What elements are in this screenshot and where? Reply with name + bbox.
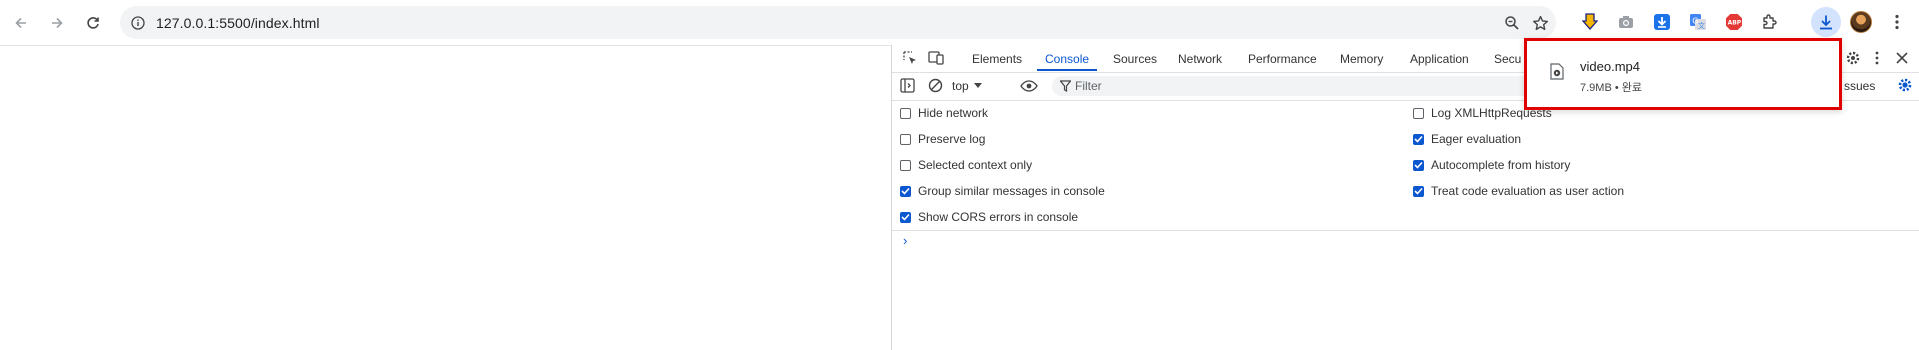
- download-status: 완료: [1621, 82, 1643, 94]
- download-bubble: video.mp4 7.9MB • 완료: [1524, 38, 1842, 110]
- option-group-similar[interactable]: Group similar messages in console: [900, 183, 1105, 199]
- option-autocomplete-history[interactable]: Autocomplete from history: [1413, 157, 1570, 173]
- issues-label[interactable]: ssues: [1844, 79, 1875, 93]
- option-label: Group similar messages in console: [918, 184, 1105, 198]
- puzzle-extensions-icon[interactable]: [1759, 11, 1781, 33]
- more-menu-icon[interactable]: [1886, 11, 1908, 33]
- tab-elements[interactable]: Elements: [972, 52, 1022, 66]
- filter-placeholder: Filter: [1075, 79, 1102, 93]
- option-label: Hide network: [918, 106, 989, 120]
- translate-extension-icon[interactable]: G文: [1687, 11, 1709, 33]
- tab-performance[interactable]: Performance: [1248, 52, 1317, 66]
- download-file-name[interactable]: video.mp4: [1580, 59, 1640, 74]
- sidebar-toggle-icon[interactable]: [900, 78, 915, 98]
- active-tab-indicator: [1037, 69, 1097, 71]
- adblock-plus-icon[interactable]: ABP: [1723, 11, 1745, 33]
- checkbox-hide-network[interactable]: [900, 107, 911, 119]
- option-label: Show CORS errors in console: [918, 210, 1079, 224]
- forward-icon[interactable]: [44, 10, 70, 36]
- option-eager-evaluation[interactable]: Eager evaluation: [1413, 131, 1521, 147]
- inspect-element-icon[interactable]: [902, 50, 918, 71]
- bookmark-star-icon[interactable]: [1530, 13, 1550, 33]
- checkmark-icon: [901, 213, 910, 221]
- checkmark-icon: [1414, 161, 1423, 169]
- device-toolbar-icon[interactable]: [928, 50, 944, 71]
- checkmark-icon: [901, 187, 910, 195]
- checkbox-autocomplete-history[interactable]: [1413, 159, 1424, 171]
- download-arrow-extension-icon[interactable]: [1579, 11, 1601, 33]
- filter-icon: [1060, 80, 1071, 92]
- console-prompt[interactable]: ›: [903, 233, 907, 248]
- option-preserve-log[interactable]: Preserve log: [900, 131, 985, 147]
- video-file-icon: [1550, 63, 1564, 80]
- option-show-cors[interactable]: Show CORS errors in console: [900, 209, 1078, 225]
- tab-sources[interactable]: Sources: [1113, 52, 1157, 66]
- context-selector-label: top: [952, 79, 969, 93]
- checkbox-group-similar[interactable]: [900, 185, 911, 197]
- reload-icon[interactable]: [80, 10, 106, 36]
- option-label: Eager evaluation: [1431, 132, 1522, 146]
- option-hide-network[interactable]: Hide network: [900, 105, 988, 121]
- tab-memory[interactable]: Memory: [1340, 52, 1383, 66]
- tab-application[interactable]: Application: [1410, 52, 1469, 66]
- url-text[interactable]: 127.0.0.1:5500/index.html: [156, 15, 320, 31]
- devtools-more-icon[interactable]: [1875, 50, 1879, 71]
- tab-security[interactable]: Secu: [1494, 52, 1521, 66]
- tab-network[interactable]: Network: [1178, 52, 1222, 66]
- checkbox-selected-context[interactable]: [900, 159, 911, 171]
- back-icon[interactable]: [8, 10, 34, 36]
- live-expression-eye-icon[interactable]: [1020, 79, 1038, 98]
- svg-text:ABP: ABP: [1728, 20, 1742, 27]
- downloads-icon[interactable]: [1811, 7, 1841, 37]
- profile-avatar[interactable]: [1850, 11, 1872, 33]
- option-treat-code-eval[interactable]: Treat code evaluation as user action: [1413, 183, 1624, 199]
- option-label: Preserve log: [918, 132, 986, 146]
- download-meta: 7.9MB • 완료: [1580, 79, 1642, 95]
- download-separator: •: [1614, 82, 1619, 94]
- clear-console-icon[interactable]: [928, 78, 943, 98]
- checkmark-icon: [1414, 187, 1423, 195]
- checkmark-icon: [1414, 135, 1423, 143]
- site-info-icon[interactable]: [128, 13, 148, 33]
- settings-gear-icon[interactable]: [1845, 50, 1861, 71]
- checkbox-treat-code-eval[interactable]: [1413, 185, 1424, 197]
- zoom-icon[interactable]: [1502, 13, 1522, 33]
- camera-extension-icon[interactable]: [1615, 11, 1637, 33]
- option-label: Treat code evaluation as user action: [1431, 184, 1625, 198]
- option-selected-context-only[interactable]: Selected context only: [900, 157, 1032, 173]
- download-size: 7.9MB: [1580, 82, 1612, 94]
- chevron-down-icon: [973, 83, 982, 88]
- download-box-extension-icon[interactable]: [1651, 11, 1673, 33]
- checkbox-show-cors[interactable]: [900, 211, 911, 223]
- svg-text:文: 文: [1698, 21, 1705, 30]
- console-settings-icon[interactable]: [1897, 77, 1913, 98]
- tab-console[interactable]: Console: [1045, 52, 1089, 66]
- option-label: Selected context only: [918, 158, 1033, 172]
- address-bar[interactable]: 127.0.0.1:5500/index.html: [120, 6, 1556, 39]
- option-label: Autocomplete from history: [1431, 158, 1571, 172]
- checkbox-preserve-log[interactable]: [900, 133, 911, 145]
- checkbox-eager-evaluation[interactable]: [1413, 133, 1424, 145]
- checkbox-log-xhr[interactable]: [1413, 107, 1424, 119]
- divider: [892, 230, 1919, 231]
- close-devtools-icon[interactable]: [1895, 51, 1909, 70]
- context-selector[interactable]: top: [952, 76, 982, 96]
